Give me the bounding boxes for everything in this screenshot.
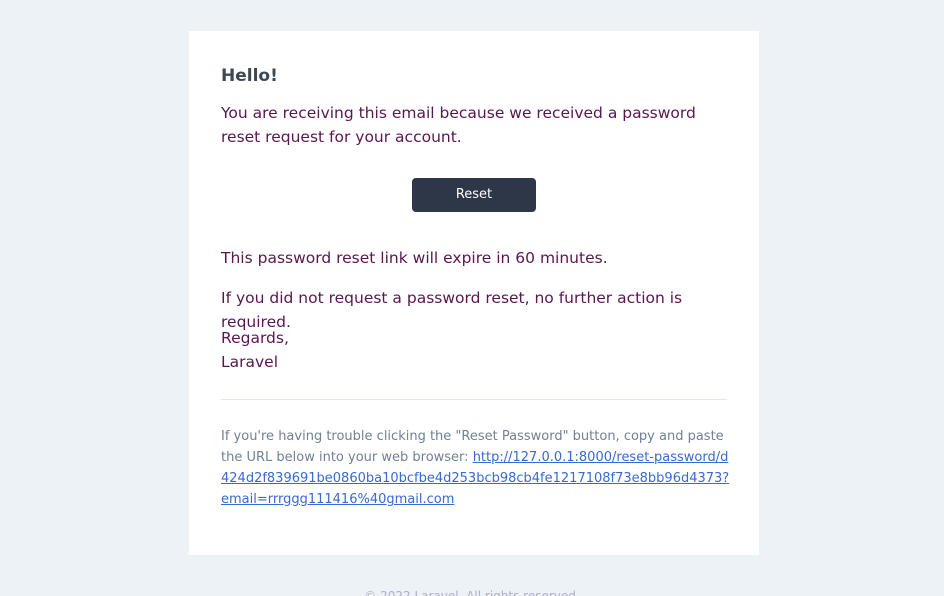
regards-text: Regards, bbox=[221, 329, 289, 347]
intro-text: You are receiving this email because we … bbox=[221, 104, 696, 146]
signature-block: Regards, Laravel bbox=[221, 326, 721, 374]
expire-text: This password reset link will expire in … bbox=[221, 249, 608, 267]
email-card: Hello! You are receiving this email beca… bbox=[189, 31, 759, 555]
footer-copyright: © 2022 Laravel. All rights reserved. bbox=[364, 589, 580, 596]
subcopy-text: If you're having trouble clicking the "R… bbox=[221, 426, 731, 510]
email-greeting: Hello! bbox=[221, 66, 278, 86]
reset-password-button[interactable]: Reset Password bbox=[412, 178, 536, 236]
button-container: Reset Password bbox=[189, 178, 759, 236]
signature-name: Laravel bbox=[221, 353, 279, 371]
subcopy-divider bbox=[221, 399, 727, 400]
email-page: Hello! You are receiving this email beca… bbox=[0, 0, 944, 596]
